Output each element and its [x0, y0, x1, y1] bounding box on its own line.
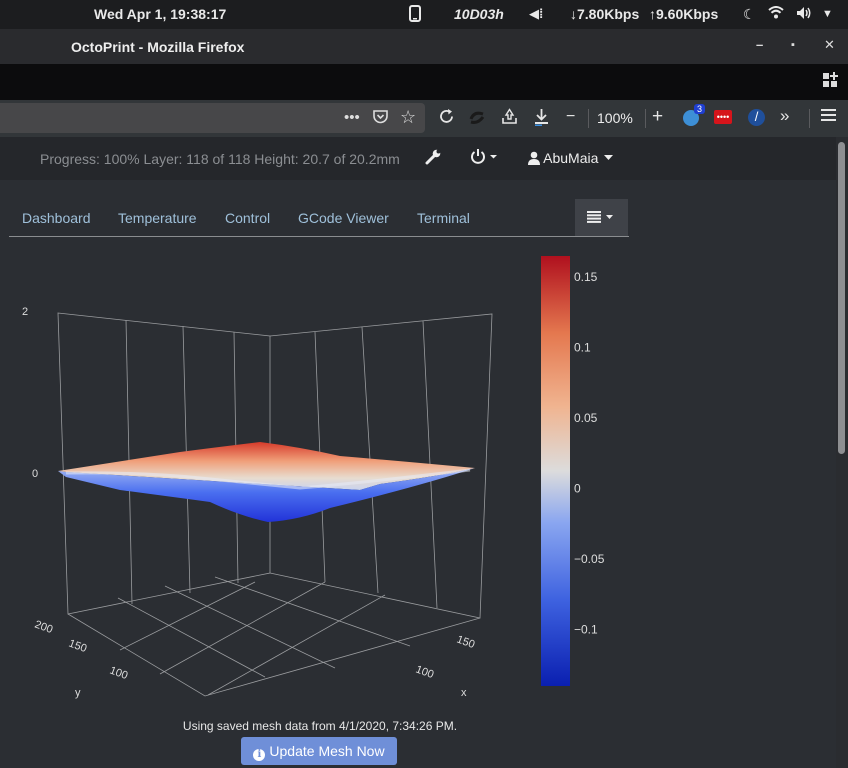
device-indicator[interactable]: 10D03h [454, 6, 504, 22]
update-mesh-label: Update Mesh Now [269, 743, 385, 759]
y-tick-label: 150 [67, 638, 88, 656]
upload-tray-icon[interactable] [501, 108, 518, 130]
extension-notifier[interactable]: 3 [683, 104, 706, 126]
sync-icon[interactable] [468, 108, 486, 130]
system-clock[interactable]: Wed Apr 1, 19:38:17 [94, 6, 226, 22]
colorbar-tick-label: −0.05 [574, 552, 605, 566]
overflow-chevron-icon[interactable]: » [780, 106, 789, 126]
notifier-badge: 3 [694, 104, 706, 114]
info-icon: i [253, 749, 266, 761]
url-bar[interactable]: ••• ☆ [0, 103, 425, 133]
y-tick-label: 100 [108, 665, 129, 683]
tab-temperature[interactable]: Temperature [118, 210, 197, 226]
main-tabs: Dashboard Temperature Control GCode View… [9, 198, 629, 237]
separator [645, 109, 646, 128]
script-blocker-icon[interactable]: / [748, 109, 765, 126]
page-scrollbar-thumb[interactable] [838, 142, 845, 454]
download-rate[interactable]: ↓7.80Kbps [570, 6, 639, 22]
hamburger-menu-icon[interactable] [821, 108, 836, 127]
maximize-button[interactable]: ▪ [791, 39, 795, 51]
y-axis-label: y [75, 687, 81, 699]
list-menu-icon [586, 211, 613, 223]
phone-icon[interactable] [409, 5, 421, 25]
system-top-bar: Wed Apr 1, 19:38:17 10D03h ◀⁞ ↓7.80Kbps … [0, 0, 848, 29]
pocket-icon[interactable] [372, 109, 389, 129]
tab-gcode-viewer[interactable]: GCode Viewer [298, 210, 389, 226]
downloads-icon[interactable] [533, 108, 550, 131]
zoom-out-button[interactable]: − [566, 108, 575, 126]
wifi-icon[interactable] [768, 6, 784, 22]
user-icon [528, 151, 540, 165]
colorbar-tick-label: 0.1 [574, 341, 591, 355]
network-icon[interactable]: ◀⁞ [529, 6, 543, 22]
z-tick-label: 0 [32, 468, 38, 480]
window-title-bar: OctoPrint - Mozilla Firefox – ▪ ✕ [0, 29, 848, 64]
moon-icon[interactable]: ☾ [743, 6, 756, 23]
z-tick-label: 2 [22, 306, 28, 318]
user-menu[interactable]: AbuMaia [528, 150, 614, 166]
colorbar-ticks: 0.15 0.1 0.05 0 −0.05 −0.1 [574, 270, 605, 636]
mesh-surface-svg[interactable]: 2 0 200 150 100 y 150 100 x 0.150.10.050… [0, 240, 630, 710]
page-actions-icon[interactable]: ••• [344, 109, 360, 126]
volume-icon[interactable] [796, 6, 813, 23]
bed-mesh-plot[interactable]: 2 0 200 150 100 y 150 100 x 0.15 0.1 0.05 0… [0, 240, 630, 710]
separator [588, 109, 589, 128]
caret-down-icon [604, 155, 614, 160]
colorbar-tick-label: −0.1 [574, 623, 598, 637]
minimize-button[interactable]: – [756, 37, 763, 52]
colorbar-tick-label: 0.05 [574, 411, 598, 425]
tab-dashboard[interactable]: Dashboard [22, 210, 91, 226]
colorbar [541, 256, 570, 686]
upload-rate[interactable]: ↑9.60Kbps [649, 6, 718, 22]
power-menu-icon[interactable] [470, 148, 498, 169]
close-button[interactable]: ✕ [824, 37, 835, 53]
lastpass-icon[interactable]: •••• [714, 110, 732, 124]
tab-overflow-menu[interactable] [575, 199, 628, 236]
colorbar-tick-label: 0 [574, 482, 581, 496]
browser-tab-strip [0, 64, 848, 100]
x-axis-label: x [461, 687, 467, 699]
browser-nav-bar: ••• ☆ − 100% + 3 •••• / » [0, 100, 848, 137]
username: AbuMaia [543, 150, 599, 166]
colorbar-tick-label: 0.15 [574, 270, 598, 284]
menu-caret-icon[interactable]: ▼ [822, 8, 833, 20]
zoom-level[interactable]: 100% [597, 110, 633, 126]
x-tick-label: 150 [455, 634, 476, 652]
window-title: OctoPrint - Mozilla Firefox [71, 39, 245, 55]
bookmark-star-icon[interactable]: ☆ [400, 107, 416, 128]
tab-terminal[interactable]: Terminal [417, 210, 470, 226]
mesh-surface [58, 442, 475, 522]
print-progress-text: Progress: 100% Layer: 118 of 118 Height:… [40, 151, 400, 167]
y-tick-label: 200 [33, 619, 54, 637]
add-tab-grid-icon[interactable] [822, 72, 838, 93]
zoom-in-button[interactable]: + [652, 106, 663, 128]
update-mesh-button[interactable]: i Update Mesh Now [241, 737, 397, 765]
reload-icon[interactable] [438, 108, 455, 130]
x-tick-label: 100 [414, 664, 435, 682]
tab-control[interactable]: Control [225, 210, 270, 226]
separator [809, 109, 810, 128]
settings-wrench-icon[interactable] [425, 148, 442, 170]
mesh-data-note: Using saved mesh data from 4/1/2020, 7:3… [182, 719, 458, 733]
octoprint-navbar: Progress: 100% Layer: 118 of 118 Height:… [0, 137, 836, 180]
